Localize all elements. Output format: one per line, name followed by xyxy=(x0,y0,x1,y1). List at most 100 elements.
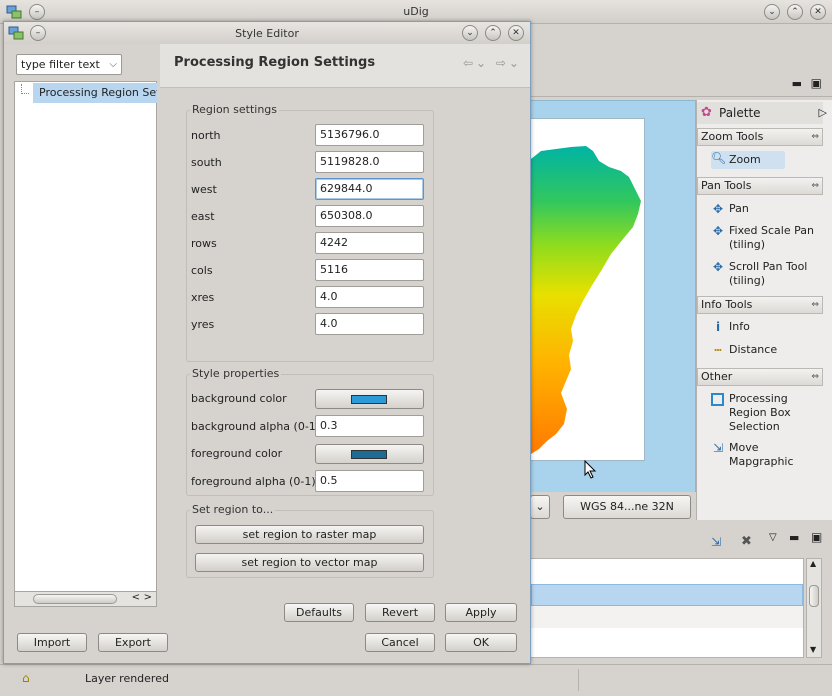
apply-button[interactable]: Apply xyxy=(445,603,517,622)
pan-icon: ✥ xyxy=(712,224,724,238)
view-menu-icon[interactable]: ▽ xyxy=(769,532,777,543)
tool-move-mapgraphic[interactable]: ⇲ Move Mapgraphic xyxy=(711,441,821,468)
rows-input[interactable]: 4242 xyxy=(315,232,424,254)
tool-distance[interactable]: ┅ Distance xyxy=(711,343,821,357)
list-item[interactable] xyxy=(531,562,803,584)
field-label: background alpha (0-1) xyxy=(191,420,321,433)
drawer-info-tools[interactable]: Info Tools ⇔ xyxy=(697,296,823,314)
yres-input[interactable]: 4.0 xyxy=(315,313,424,335)
xres-input[interactable]: 4.0 xyxy=(315,286,424,308)
palette-collapse-icon[interactable]: ▷ xyxy=(819,102,827,124)
remove-layer-icon[interactable]: ✖ xyxy=(741,534,752,549)
south-input[interactable]: 5119828.0 xyxy=(315,151,424,173)
app-title: uDig xyxy=(403,5,429,18)
settings-pane: Processing Region Settings ⇦⌄ ⇨⌄ Region … xyxy=(160,44,530,609)
tool-scroll-pan[interactable]: ✥ Scroll Pan Tool (tiling) xyxy=(711,260,821,288)
field-label: background color xyxy=(191,392,287,405)
history-nav-icons[interactable]: ⇦⌄ ⇨⌄ xyxy=(463,56,522,70)
tree-horizontal-scrollbar[interactable]: < > xyxy=(14,591,157,607)
drawer-pin-icon[interactable]: ⇔ xyxy=(811,297,819,313)
drawer-zoom-tools[interactable]: Zoom Tools ⇔ xyxy=(697,128,823,146)
north-input[interactable]: 5136796.0 xyxy=(315,124,424,146)
dialog-title-bar: – Style Editor ⌄ ⌃ ✕ xyxy=(4,22,530,44)
elevation-raster xyxy=(531,146,641,454)
background-color-swatch xyxy=(351,395,387,404)
list-item-selected[interactable] xyxy=(531,584,803,606)
defaults-button[interactable]: Defaults xyxy=(284,603,354,622)
west-input[interactable]: 629844.0 xyxy=(315,178,424,200)
magnifier-icon: 🔍︎ xyxy=(711,151,727,165)
field-label: foreground alpha (0-1) xyxy=(191,475,316,488)
layers-vertical-scrollbar[interactable]: ▲ ▼ xyxy=(806,558,822,658)
map-status-row: ⌄ WGS 84...ne 32N xyxy=(530,492,696,522)
drawer-pan-tools[interactable]: Pan Tools ⇔ xyxy=(697,177,823,195)
tool-zoom[interactable]: 🔍︎ Zoom xyxy=(711,151,785,169)
scroll-down-icon[interactable]: ▼ xyxy=(810,645,816,654)
map-view-tab-strip: ▬ ▣ xyxy=(530,75,832,97)
scale-dropdown[interactable]: ⌄ xyxy=(530,495,550,519)
revert-button[interactable]: Revert xyxy=(365,603,435,622)
scroll-thumb[interactable] xyxy=(33,594,117,604)
group-legend: Region settings xyxy=(190,103,280,116)
settings-header: Processing Region Settings ⇦⌄ ⇨⌄ xyxy=(160,44,530,88)
view-maximize-icon[interactable]: ▣ xyxy=(811,530,822,544)
foreground-color-button[interactable] xyxy=(315,444,424,464)
list-item[interactable] xyxy=(531,606,803,628)
cancel-button[interactable]: Cancel xyxy=(365,633,435,652)
view-maximize-icon[interactable]: ▣ xyxy=(811,76,822,90)
scroll-left-icon[interactable]: < xyxy=(132,592,140,603)
dialog-close-button[interactable]: ✕ xyxy=(508,25,524,41)
drawer-pin-icon[interactable]: ⇔ xyxy=(811,369,819,385)
scroll-up-icon[interactable]: ▲ xyxy=(810,559,816,568)
foreground-alpha-input[interactable]: 0.5 xyxy=(315,470,424,492)
palette-header: ✿ Palette ▷ xyxy=(697,102,827,124)
ruler-icon: ┅ xyxy=(714,343,722,357)
tree-item-processing-region[interactable]: Processing Region Sett xyxy=(33,83,157,103)
layer-import-icon[interactable]: ⇲ xyxy=(711,535,721,549)
background-alpha-input[interactable]: 0.3 xyxy=(315,415,424,437)
dialog-maximize-button[interactable]: ⌃ xyxy=(485,25,501,41)
tool-processing-region-box-selection[interactable]: Processing Region Box Selection xyxy=(711,392,821,434)
close-button[interactable]: ✕ xyxy=(810,4,826,20)
import-button[interactable]: Import xyxy=(17,633,87,652)
drawer-other[interactable]: Other ⇔ xyxy=(697,368,823,386)
layers-list xyxy=(530,558,804,658)
filter-input[interactable]: type filter text ⌵ xyxy=(16,54,122,75)
scroll-right-icon[interactable]: > xyxy=(144,592,152,603)
maximize-button[interactable]: ⌃ xyxy=(787,4,803,20)
field-label: yres xyxy=(191,318,215,331)
export-button[interactable]: Export xyxy=(98,633,168,652)
box-selection-icon xyxy=(711,393,724,406)
status-bar: ⌂ Layer rendered xyxy=(0,664,832,696)
drawer-pin-icon[interactable]: ⇔ xyxy=(811,129,819,145)
chevron-down-icon[interactable]: ⌵ xyxy=(109,55,117,74)
dialog-minimize-button[interactable]: ⌄ xyxy=(462,25,478,41)
cols-input[interactable]: 5116 xyxy=(315,259,424,281)
view-minimize-icon[interactable]: ▬ xyxy=(792,77,802,90)
pan-icon: ✥ xyxy=(712,260,724,274)
info-icon: i xyxy=(715,320,721,334)
page-tree: Processing Region Sett xyxy=(14,81,157,595)
tool-pan[interactable]: ✥ Pan xyxy=(711,202,821,216)
east-input[interactable]: 650308.0 xyxy=(315,205,424,227)
set-region-group: Set region to... set region to raster ma… xyxy=(186,503,434,578)
map-page xyxy=(530,118,645,461)
group-legend: Style properties xyxy=(190,367,282,380)
tool-fixed-scale-pan[interactable]: ✥ Fixed Scale Pan (tiling) xyxy=(711,224,821,252)
ok-button[interactable]: OK xyxy=(445,633,517,652)
tool-info[interactable]: i Info xyxy=(711,320,821,334)
palette-icon: ✿ xyxy=(701,105,712,120)
list-item[interactable] xyxy=(531,628,803,650)
mouse-cursor-icon xyxy=(584,460,597,479)
move-mapgraphic-icon: ⇲ xyxy=(712,441,724,455)
minimize-button[interactable]: ⌄ xyxy=(764,4,780,20)
page-tree-pane: type filter text ⌵ Processing Region Set… xyxy=(10,44,160,609)
drawer-pin-icon[interactable]: ⇔ xyxy=(811,178,819,194)
palette-title: Palette xyxy=(719,106,761,120)
set-region-vector-button[interactable]: set region to vector map xyxy=(195,553,424,572)
set-region-raster-button[interactable]: set region to raster map xyxy=(195,525,424,544)
scroll-thumb[interactable] xyxy=(809,585,819,607)
background-color-button[interactable] xyxy=(315,389,424,409)
crs-button[interactable]: WGS 84...ne 32N xyxy=(563,495,691,519)
view-minimize-icon[interactable]: ▬ xyxy=(789,531,799,544)
